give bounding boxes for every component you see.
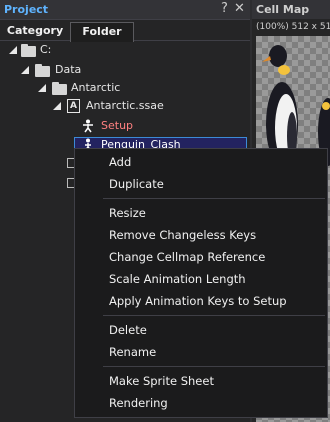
folder-icon xyxy=(52,82,67,95)
menu-item-rename[interactable]: Rename xyxy=(109,343,156,361)
project-title: Project xyxy=(4,3,49,16)
expand-triangle-icon[interactable] xyxy=(38,84,46,92)
menu-item-add[interactable]: Add xyxy=(109,153,131,171)
tree-item-label: Antarctic xyxy=(71,81,121,94)
menu-separator xyxy=(103,315,325,316)
expand-triangle-icon[interactable] xyxy=(21,66,29,74)
tree-item-label: C: xyxy=(40,43,52,56)
close-icon[interactable]: ✕ xyxy=(234,1,245,17)
folder-icon xyxy=(21,44,36,57)
cellmap-title-bar: Cell Map xyxy=(252,0,330,19)
context-menu: Add Duplicate Resize Remove Changeless K… xyxy=(74,148,328,418)
menu-item-delete[interactable]: Delete xyxy=(109,321,147,339)
help-icon[interactable]: ? xyxy=(221,1,228,17)
expand-triangle-icon[interactable] xyxy=(9,46,17,54)
tree-item-antarctic[interactable]: Antarctic xyxy=(0,80,160,96)
tree-item-setup[interactable]: Setup xyxy=(0,118,160,134)
tree-item-label: Setup xyxy=(101,119,134,132)
tab-folder[interactable]: Folder xyxy=(70,22,134,42)
animation-file-icon: A xyxy=(67,99,80,113)
tab-category[interactable]: Category xyxy=(6,22,64,40)
sprite-figure-icon xyxy=(83,119,93,133)
menu-item-scale-animation-length[interactable]: Scale Animation Length xyxy=(109,270,246,288)
tree-item-label: Antarctic.ssae xyxy=(86,99,164,112)
tree-item-c-drive[interactable]: C: xyxy=(0,42,120,58)
expand-triangle-icon[interactable] xyxy=(53,102,61,110)
menu-item-apply-animation-keys[interactable]: Apply Animation Keys to Setup xyxy=(109,292,287,310)
menu-item-resize[interactable]: Resize xyxy=(109,204,146,222)
menu-item-rendering[interactable]: Rendering xyxy=(109,394,168,412)
menu-item-remove-changeless-keys[interactable]: Remove Changeless Keys xyxy=(109,226,256,244)
cellmap-title: Cell Map xyxy=(256,3,310,16)
menu-item-duplicate[interactable]: Duplicate xyxy=(109,175,164,193)
menu-item-change-cellmap-reference[interactable]: Change Cellmap Reference xyxy=(109,248,265,266)
cellmap-zoom-info: (100%) 512 x 512 xyxy=(256,22,330,32)
project-tabs: Category Folder xyxy=(0,20,250,42)
tree-item-label: Data xyxy=(55,63,82,76)
tree-item-data[interactable]: Data xyxy=(0,62,140,78)
menu-item-make-sprite-sheet[interactable]: Make Sprite Sheet xyxy=(109,372,214,390)
tree-item-antarctic-ssae[interactable]: A Antarctic.ssae xyxy=(0,98,200,114)
menu-separator xyxy=(103,366,325,367)
folder-icon xyxy=(35,64,50,77)
menu-separator xyxy=(103,198,325,199)
project-title-bar: Project ? ✕ xyxy=(0,0,250,20)
